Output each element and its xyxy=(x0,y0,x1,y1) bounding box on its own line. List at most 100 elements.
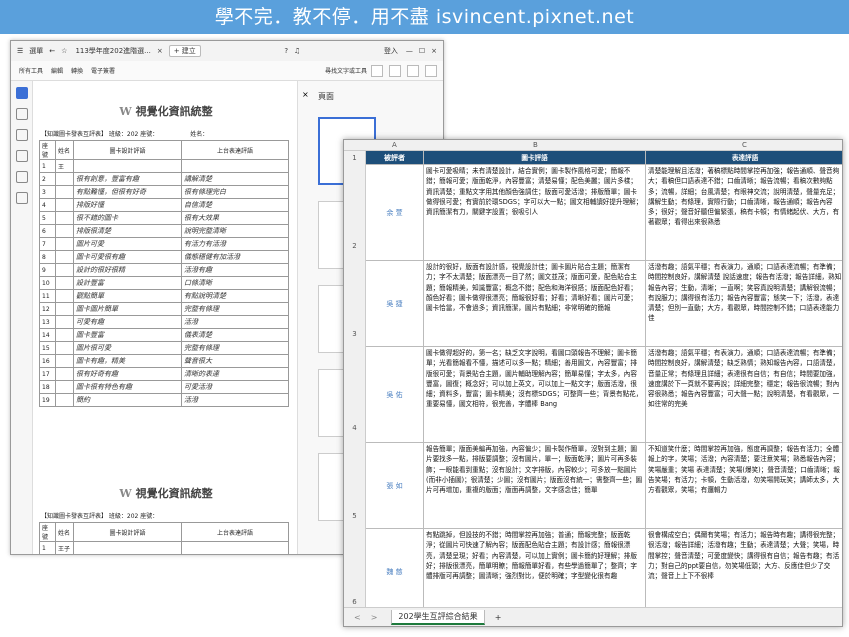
table-row: 18 圖卡很有特色有趣 可愛活潑 xyxy=(39,380,289,394)
table-cell-b: 圖卡圖片簡單 xyxy=(73,302,182,316)
bell-icon[interactable]: ♫ xyxy=(294,47,300,55)
table-cell-c: 完整有條理 xyxy=(181,341,289,355)
table-cell-seat: 9 xyxy=(39,263,56,277)
cell-card-comment[interactable]: 圖卡做得超好的，第一名；缺乏文字說明，看圖口頭報告不理解；圖卡簡單；光看簡報看不… xyxy=(424,347,646,443)
row-number[interactable]: 1 xyxy=(344,151,366,165)
table-cell-b: 很有創意，豐富有趣 xyxy=(73,172,182,186)
draw-tool-icon[interactable] xyxy=(15,150,28,162)
header-cell-reviewee[interactable]: 被評者 xyxy=(366,151,424,165)
menu-all-tools[interactable]: 所有工具 xyxy=(19,66,43,75)
cell-speech-comment[interactable]: 不知道笑什麼；時間掌控再加強，態度再調整；報告有活力；全體報上的字，笑場；活潑；… xyxy=(646,443,842,529)
prev-sheet-icon[interactable]: < xyxy=(354,613,361,622)
cell-speech-comment[interactable]: 清楚能理解且活潑；著稿標點時間掌控再加強；報告通順、聲音夠大；看稿但口語表達不錯… xyxy=(646,165,842,261)
table-cell-c: 很有大效果 xyxy=(181,211,289,225)
close-panel-icon[interactable]: × xyxy=(302,90,309,99)
table-cell-b: 圖卡豐富 xyxy=(73,328,182,342)
row-number[interactable]: 3 xyxy=(344,261,366,347)
table-cell-name xyxy=(55,341,74,355)
row-number[interactable]: 4 xyxy=(344,347,366,443)
minimize-icon[interactable]: — xyxy=(406,47,413,55)
select-tool-icon[interactable] xyxy=(15,87,28,99)
table-cell-name xyxy=(55,354,74,368)
cell-reviewee-name[interactable]: 吳 捷 xyxy=(366,261,424,347)
help-icon[interactable]: ? xyxy=(284,47,288,55)
row-number[interactable]: 2 xyxy=(344,165,366,261)
table-cell-c: 自信清楚 xyxy=(181,198,289,212)
star-icon[interactable]: ☆ xyxy=(61,47,67,55)
table-cell-seat: 15 xyxy=(39,341,56,355)
table-cell-seat: 5 xyxy=(39,211,56,225)
print-icon[interactable] xyxy=(407,64,419,77)
table-cell-name xyxy=(55,289,74,303)
logo-mark-icon: W xyxy=(119,487,132,500)
email-icon[interactable] xyxy=(425,64,437,77)
text-tool-icon[interactable] xyxy=(15,171,28,183)
find-text-tool[interactable]: 尋找文字或工具 xyxy=(325,66,367,75)
cell-card-comment[interactable]: 圖卡可愛吸睛；未有清楚設計，結合實例；圖卡製作風格可愛；簡報不錯；簡報可愛；版面… xyxy=(424,165,646,261)
close-tab-icon[interactable]: × xyxy=(157,47,163,55)
menu-label[interactable]: 選單 xyxy=(29,46,43,56)
table-cell-name xyxy=(55,328,74,342)
table-cell-c: 完整有條理 xyxy=(181,302,289,316)
next-sheet-icon[interactable]: > xyxy=(371,613,378,622)
cell-speech-comment[interactable]: 活潑有趣；語氣平穩；有表演力，通順；口語表達流暢；有準備；時間控制良好，講解清楚… xyxy=(646,261,842,347)
menu-edit[interactable]: 編輯 xyxy=(51,66,63,75)
table-row: 12 圖卡圖片簡單 完整有條理 xyxy=(39,302,289,316)
tab-title[interactable]: 113學年度202進階選... xyxy=(75,46,150,56)
login-button[interactable]: 登入 xyxy=(384,46,398,56)
save-icon[interactable] xyxy=(389,64,401,77)
row-number[interactable]: 5 xyxy=(344,443,366,529)
cell-speech-comment[interactable]: 很會構成空白；偶爾有笑場；有活力；報告時有趣；講得很完整；很活潑；報告詳細；活潑… xyxy=(646,529,842,615)
table-cell-name xyxy=(55,380,74,394)
cell-card-comment[interactable]: 報告簡單；版面美編再加強，內容偏少；圖卡製作簡單，沒對到主題；圖片要找多一點，排… xyxy=(424,443,646,529)
table-row: 9 設計的很好很精 活潑有趣 xyxy=(39,263,289,277)
cell-reviewee-name[interactable]: 魏 慈 xyxy=(366,529,424,615)
new-tab-button[interactable]: + 建立 xyxy=(168,45,201,57)
table-cell-name xyxy=(55,250,74,264)
cell-card-comment[interactable]: 有點跳掉，但設技的不錯；時間掌控再加強；普通；簡報完整；版面乾淨；從圖片可快速了… xyxy=(424,529,646,615)
cell-reviewee-name[interactable]: 吳 佑 xyxy=(366,347,424,443)
table-cell-b: 圖卡可愛很有趣 xyxy=(73,250,182,264)
table-row: 15 圖片很可愛 完整有條理 xyxy=(39,341,289,355)
table-row: 8 圖卡可愛很有趣 儀態穩健有加活潑 xyxy=(39,250,289,264)
row-number[interactable]: 6 xyxy=(344,529,366,615)
header-cell-card-comment[interactable]: 圖卡評語 xyxy=(424,151,646,165)
table-cell-b: 很不錯的圖卡 xyxy=(73,211,182,225)
banner-title: 學不完．教不停．用不盡 isvincent.pixnet.net xyxy=(0,0,849,34)
table-row: 5 很不錯的圖卡 很有大效果 xyxy=(39,211,289,225)
add-sheet-button[interactable]: + xyxy=(495,613,502,622)
table-cell-b: 圖卡很有特色有趣 xyxy=(73,380,182,394)
ai-tool-icon[interactable] xyxy=(371,64,383,77)
sheet-tab-results[interactable]: 202學生互評綜合結果 xyxy=(391,609,485,625)
header-cell-speech-comment[interactable]: 表達評語 xyxy=(646,151,842,165)
table-cell-name xyxy=(55,185,74,199)
table-cell-seat: 16 xyxy=(39,354,56,368)
cell-reviewee-name[interactable]: 余 萱 xyxy=(366,165,424,261)
sheet-header-2: 【知識圖卡發表互評表】 班級：202 座號： xyxy=(41,513,159,520)
cell-speech-comment[interactable]: 活潑有趣；語氣平穩；有表演力，通順；口語表達流暢；有準備；時間控制良好，講解清楚… xyxy=(646,347,842,443)
cell-card-comment[interactable]: 設計的很好，版面有設計感，視覺設計佳；圖卡圖片貼合主題；簡潔有力；字不太清楚；版… xyxy=(424,261,646,347)
tab-bar: ☰ 選單 ← ☆ 113學年度202進階選... × + 建立 ? ♫ 登入 —… xyxy=(11,41,443,61)
menu-convert[interactable]: 轉換 xyxy=(71,66,83,75)
comment-tool-icon[interactable] xyxy=(15,129,28,141)
menu-icon[interactable]: ☰ xyxy=(17,47,23,55)
sign-tool-icon[interactable] xyxy=(15,192,28,204)
maximize-icon[interactable]: ☐ xyxy=(419,47,425,55)
table-cell-c: 儀表清楚 xyxy=(181,328,289,342)
column-b-header[interactable]: B xyxy=(533,141,538,149)
table-cell-name xyxy=(55,393,74,407)
zoom-tool-icon[interactable] xyxy=(15,108,28,120)
table-cell-c: 儀態穩健有加活潑 xyxy=(181,250,289,264)
menu-esign[interactable]: 電子簽署 xyxy=(91,66,115,75)
column-c-header[interactable]: C xyxy=(742,141,747,149)
pdf-page-2: W 視覺化資訊統整 【知識圖卡發表互評表】 班級：202 座號： 座號 姓名 圖… xyxy=(35,471,297,554)
cell-reviewee-name[interactable]: 張 如 xyxy=(366,443,424,529)
table-cell-seat: 7 xyxy=(39,237,56,251)
table-cell-seat: 18 xyxy=(39,380,56,394)
close-window-icon[interactable]: × xyxy=(431,47,437,55)
back-icon[interactable]: ← xyxy=(49,47,55,55)
table-cell-name xyxy=(55,211,74,225)
table-cell-c: 可愛活潑 xyxy=(181,380,289,394)
column-a-header[interactable]: A xyxy=(392,141,397,149)
table-cell-b: 排版很清楚 xyxy=(73,224,182,238)
